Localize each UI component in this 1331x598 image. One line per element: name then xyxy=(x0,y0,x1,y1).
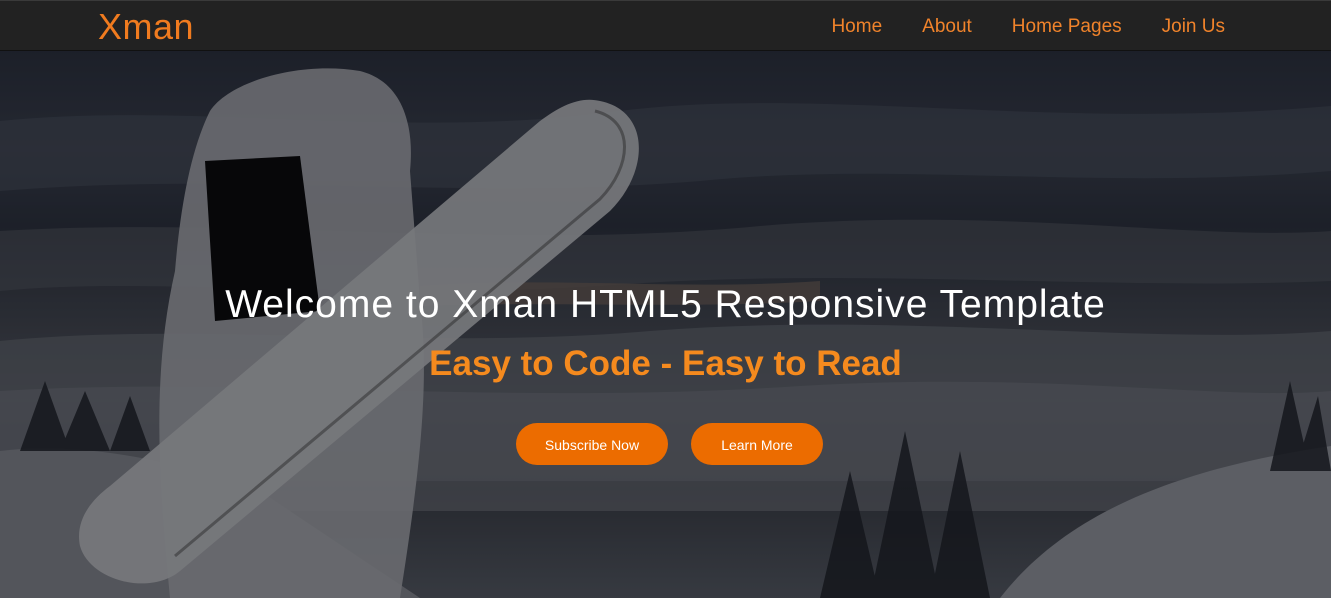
hero-subtitle: Easy to Code - Easy to Read xyxy=(429,344,902,383)
hero-section: Welcome to Xman HTML5 Responsive Templat… xyxy=(0,51,1331,598)
subscribe-now-button[interactable]: Subscribe Now xyxy=(516,423,668,465)
nav-item-home[interactable]: Home xyxy=(831,16,882,38)
nav-item-home-pages[interactable]: Home Pages xyxy=(1012,16,1122,38)
main-nav: Home About Home Pages Join Us xyxy=(831,1,1225,52)
learn-more-button[interactable]: Learn More xyxy=(691,423,823,465)
nav-item-about[interactable]: About xyxy=(922,16,972,38)
brand-logo[interactable]: Xman xyxy=(98,5,194,49)
page: Xman Home About Home Pages Join Us Welco… xyxy=(0,0,1331,598)
nav-item-join-us[interactable]: Join Us xyxy=(1162,16,1225,38)
hero-title: Welcome to Xman HTML5 Responsive Templat… xyxy=(225,283,1106,326)
top-navbar: Xman Home About Home Pages Join Us xyxy=(0,0,1331,51)
